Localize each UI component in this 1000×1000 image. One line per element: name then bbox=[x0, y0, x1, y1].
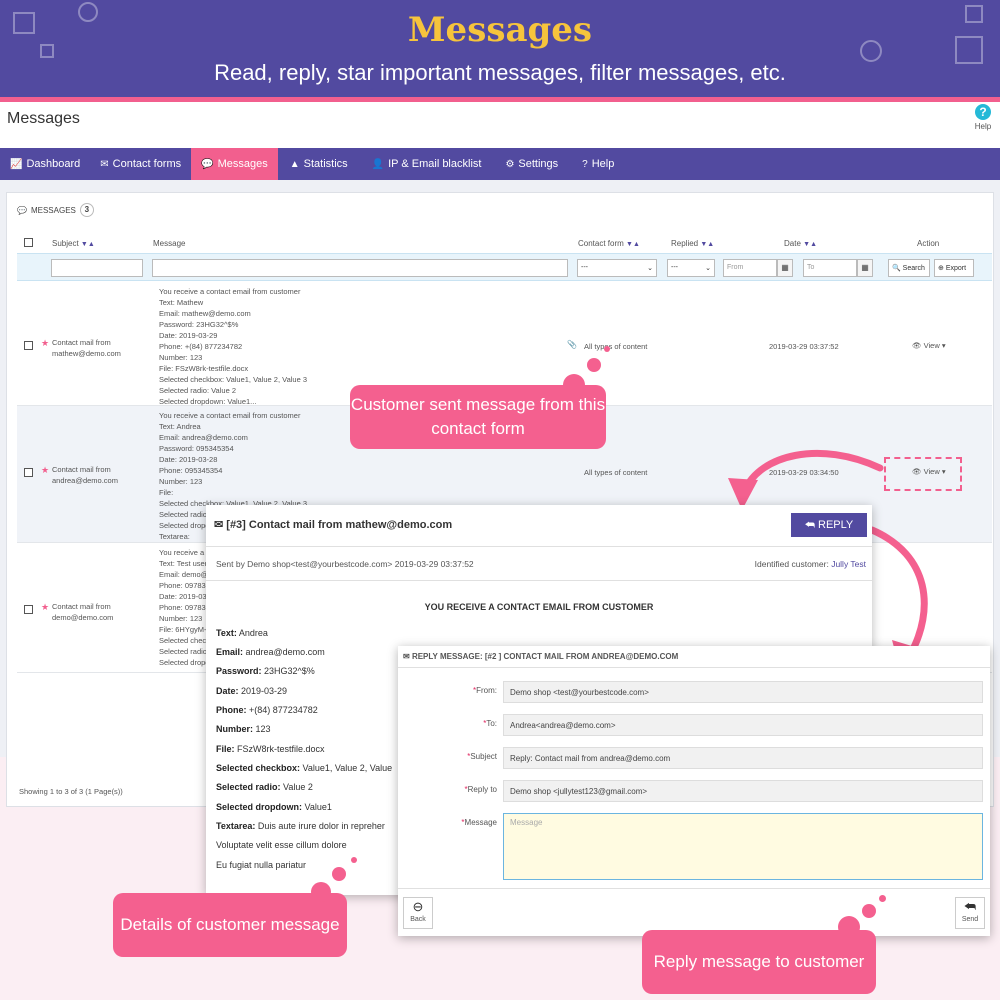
dot-deco bbox=[351, 857, 357, 863]
field-label: Selected checkbox: bbox=[216, 763, 301, 773]
field-label: Password: bbox=[216, 666, 262, 676]
field-value: 2019-03-29 bbox=[238, 686, 288, 696]
field-value: Andrea bbox=[236, 628, 268, 638]
detail-title: ✉ [#3] Contact mail from mathew@demo.com bbox=[214, 518, 452, 531]
dot-deco bbox=[311, 882, 331, 902]
dot-deco bbox=[587, 358, 601, 372]
reply-to-label: *Reply to bbox=[464, 785, 497, 794]
detail-extra-line: Voluptate velit esse cillum dolore bbox=[216, 840, 347, 850]
field-value: Duis aute irure dolor in repreher bbox=[255, 821, 385, 831]
field-label: Selected dropdown: bbox=[216, 802, 303, 812]
detail-heading: YOU RECEIVE A CONTACT EMAIL FROM CUSTOME… bbox=[424, 602, 654, 612]
to-label: *To: bbox=[483, 719, 497, 728]
field-label: Email: bbox=[216, 647, 244, 657]
label-text: From: bbox=[476, 686, 497, 695]
label-text: To: bbox=[486, 719, 497, 728]
field-label: Phone: bbox=[216, 705, 247, 715]
callout-contact-form: Customer sent message from this contact … bbox=[350, 385, 606, 449]
reply-form-panel: ✉ REPLY MESSAGE: [#2 ] CONTACT MAIL FROM… bbox=[398, 646, 990, 936]
customer-link[interactable]: Jully Test bbox=[831, 559, 866, 569]
detail-field: Number: 123 bbox=[216, 724, 271, 734]
arrow-to-detail bbox=[741, 449, 884, 494]
to-field[interactable]: Andrea<andrea@demo.com> bbox=[503, 714, 983, 736]
detail-header: ✉ [#3] Contact mail from mathew@demo.com… bbox=[206, 505, 872, 547]
field-label: Number: bbox=[216, 724, 254, 734]
detail-extra-line: Eu fugiat nulla pariatur bbox=[216, 860, 307, 870]
field-label: Text: bbox=[216, 628, 237, 638]
reply-form-title: REPLY MESSAGE: [#2 ] CONTACT MAIL FROM A… bbox=[411, 652, 679, 661]
field-value: FSzW8rk-testfile.docx bbox=[234, 744, 325, 754]
label-text: Message bbox=[464, 818, 497, 827]
detail-meta: Sent by Demo shop<test@yourbestcode.com>… bbox=[206, 547, 872, 581]
label-text: Subject bbox=[470, 752, 497, 761]
message-label: *Message bbox=[461, 818, 497, 827]
back-button[interactable]: ⊖ Back bbox=[403, 897, 433, 929]
reply-icon: ⮪ bbox=[804, 519, 815, 531]
reply-button[interactable]: ⮪ REPLY bbox=[791, 513, 867, 537]
arrow-to-reply bbox=[868, 526, 928, 659]
from-field[interactable]: Demo shop <test@yourbestcode.com> bbox=[503, 681, 983, 703]
detail-field: Selected checkbox: Value1, Value 2, Valu… bbox=[216, 763, 392, 773]
field-label: File: bbox=[216, 744, 235, 754]
field-label: Textarea: bbox=[216, 821, 256, 831]
detail-field: Selected radio: Value 2 bbox=[216, 782, 313, 792]
detail-field: Password: 23HG32^$% bbox=[216, 666, 315, 676]
callout-details: Details of customer message bbox=[113, 893, 347, 957]
dot-deco bbox=[563, 374, 585, 396]
detail-field: Textarea: Duis aute irure dolor in repre… bbox=[216, 821, 385, 831]
field-value: 23HG32^$% bbox=[261, 666, 315, 676]
reply-to-field[interactable]: Demo shop <jullytest123@gmail.com> bbox=[503, 780, 983, 802]
field-value: Value1 bbox=[302, 802, 332, 812]
send-icon: ⮪ bbox=[963, 899, 977, 914]
dot-deco bbox=[862, 904, 876, 918]
callout-reply: Reply message to customer bbox=[642, 930, 876, 994]
dot-deco bbox=[838, 916, 860, 938]
field-value: 123 bbox=[253, 724, 271, 734]
detail-field: Phone: +(84) 877234782 bbox=[216, 705, 318, 715]
subject-label: *Subject bbox=[467, 752, 497, 761]
label-text: Reply to bbox=[467, 785, 497, 794]
button-label: Send bbox=[961, 916, 979, 923]
button-label: REPLY bbox=[818, 519, 854, 531]
from-label: *From: bbox=[472, 686, 497, 695]
sent-by: Sent by Demo shop<test@yourbestcode.com>… bbox=[216, 559, 474, 569]
field-value: Value 2 bbox=[280, 782, 313, 792]
identified-customer: Identified customer: Jully Test bbox=[755, 559, 866, 569]
message-textarea[interactable]: Message bbox=[503, 813, 983, 880]
back-arrow-icon: ⊖ bbox=[412, 899, 424, 914]
envelope-icon: ✉ bbox=[214, 519, 224, 531]
detail-field: Email: andrea@demo.com bbox=[216, 647, 325, 657]
dot-deco bbox=[332, 867, 346, 881]
detail-field: Date: 2019-03-29 bbox=[216, 686, 287, 696]
envelope-icon: ✉ bbox=[403, 652, 410, 661]
subject-field[interactable]: Reply: Contact mail from andrea@demo.com bbox=[503, 747, 983, 769]
dot-deco bbox=[604, 346, 610, 352]
field-value: Value1, Value 2, Value bbox=[300, 763, 393, 773]
field-value: andrea@demo.com bbox=[243, 647, 325, 657]
reply-form-footer: ⊖ Back ⮪ Send bbox=[398, 888, 990, 936]
button-label: Back bbox=[410, 916, 426, 923]
dot-deco bbox=[879, 895, 886, 902]
detail-title-text: [#3] Contact mail from mathew@demo.com bbox=[226, 519, 453, 531]
send-button[interactable]: ⮪ Send bbox=[955, 897, 985, 929]
field-label: Date: bbox=[216, 686, 239, 696]
detail-field: Selected dropdown: Value1 bbox=[216, 802, 332, 812]
detail-field: Text: Andrea bbox=[216, 628, 268, 638]
reply-form-header: ✉ REPLY MESSAGE: [#2 ] CONTACT MAIL FROM… bbox=[398, 646, 990, 668]
field-value: +(84) 877234782 bbox=[246, 705, 318, 715]
identified-label: Identified customer: bbox=[754, 559, 829, 569]
field-label: Selected radio: bbox=[216, 782, 281, 792]
detail-field: File: FSzW8rk-testfile.docx bbox=[216, 744, 325, 754]
